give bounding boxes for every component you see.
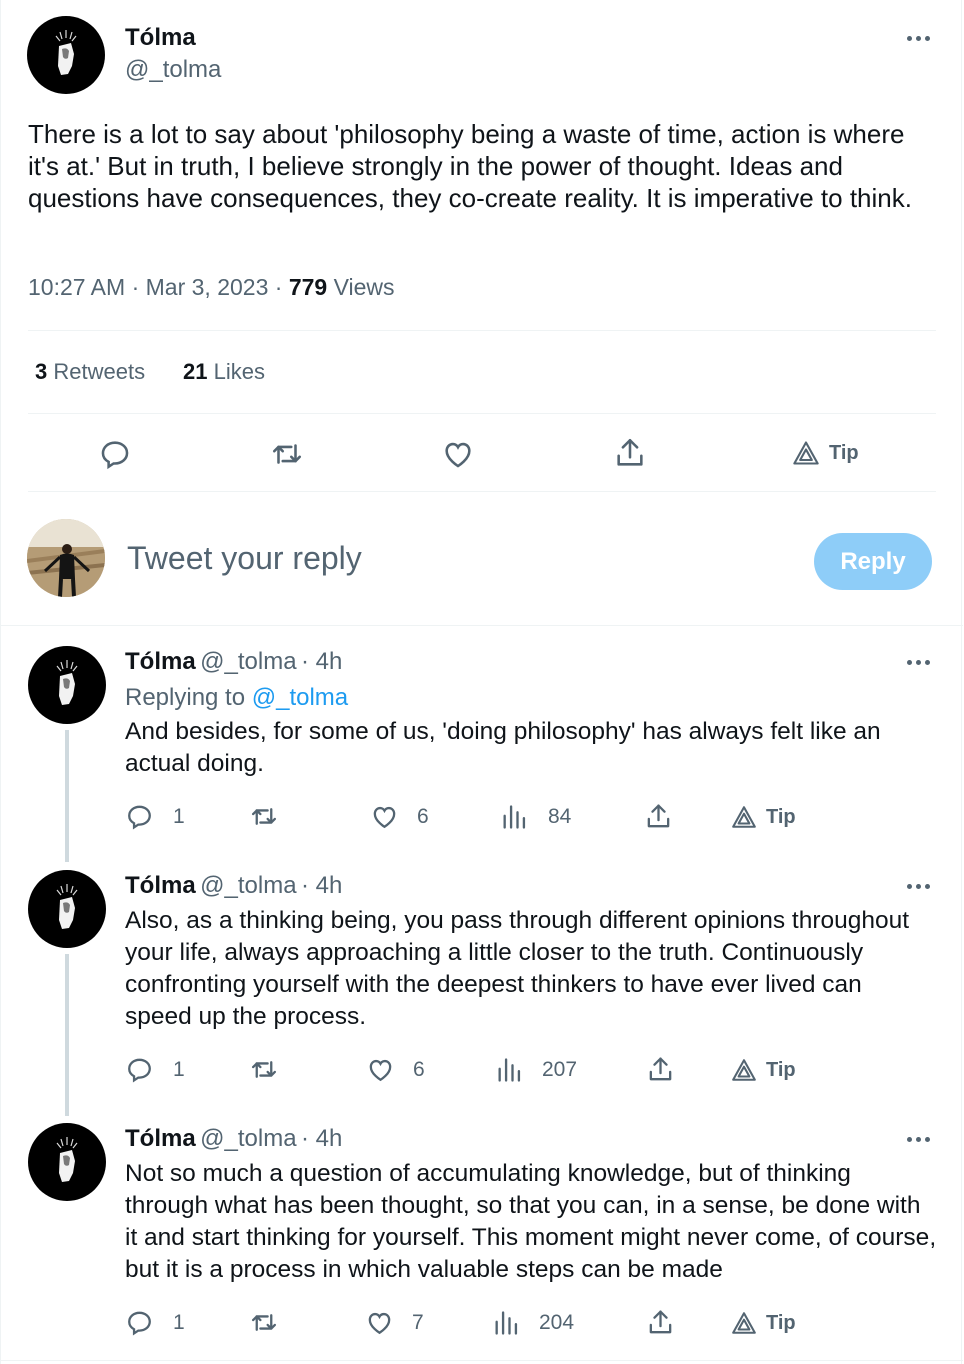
thread-connector [65, 954, 69, 1116]
reply-author-name[interactable]: Tólma [125, 1125, 196, 1152]
tweet-meta: 10:27 AM · Mar 3, 2023 · 779 Views [28, 274, 395, 301]
likes-count: 21 [183, 359, 208, 384]
likes-label: Likes [213, 359, 265, 384]
reply-author-name[interactable]: Tólma [125, 648, 196, 675]
reply-author-name[interactable]: Tólma [125, 872, 196, 899]
reply-avatar[interactable] [28, 870, 106, 948]
replying-to-prefix: Replying to [125, 684, 246, 711]
reply-author-handle[interactable]: @_tolma [200, 1125, 296, 1152]
reply-header: Tólma @_tolma · 4h [125, 872, 342, 900]
more-options-icon[interactable] [905, 1129, 935, 1149]
share-icon[interactable] [644, 802, 673, 831]
divider [28, 330, 936, 331]
like-count: 7 [412, 1311, 424, 1334]
retweet-icon[interactable] [269, 437, 305, 471]
reply-author-handle[interactable]: @_tolma [200, 872, 296, 899]
likes-stat[interactable]: 21 Likes [183, 359, 265, 385]
view-count: 204 [539, 1311, 575, 1334]
tweet-date[interactable]: Mar 3, 2023 [146, 274, 269, 300]
tip-button[interactable]: Tip [731, 803, 801, 833]
thread-connector [65, 730, 69, 862]
reply-avatar[interactable] [28, 646, 106, 724]
tip-triangle-icon [732, 1059, 756, 1081]
tip-label: Tip [829, 442, 859, 464]
replying-to-handle[interactable]: @_tolma [252, 684, 348, 711]
share-icon[interactable] [646, 1308, 675, 1337]
tip-label: Tip [766, 1312, 796, 1334]
reply-icon[interactable] [98, 437, 132, 471]
reply-count: 1 [173, 805, 185, 828]
tip-label: Tip [766, 1059, 796, 1081]
views-count: 779 [288, 274, 328, 300]
tip-label: Tip [766, 806, 796, 828]
reply-age[interactable]: · 4h [301, 1125, 342, 1152]
views-icon[interactable] [500, 803, 528, 831]
retweets-stat[interactable]: 3 Retweets [35, 359, 145, 385]
retweet-icon[interactable] [248, 1055, 280, 1084]
like-count: 6 [413, 1058, 425, 1081]
divider [28, 413, 936, 414]
divider [1, 1360, 963, 1361]
reply-icon[interactable] [125, 1055, 154, 1084]
tip-button[interactable]: Tip [731, 1056, 801, 1086]
reply-age[interactable]: · 4h [301, 648, 342, 675]
tweet-time[interactable]: 10:27 AM [28, 274, 125, 300]
like-icon[interactable] [370, 802, 399, 831]
author-name[interactable]: Tólma [125, 24, 196, 52]
share-icon[interactable] [646, 1055, 675, 1084]
reply-button[interactable]: Reply [814, 533, 932, 590]
meta-separator: · [274, 274, 283, 300]
retweets-count: 3 [35, 359, 48, 384]
view-count: 207 [542, 1058, 578, 1081]
views-icon[interactable] [492, 1309, 520, 1337]
reply-text: And besides, for some of us, 'doing phil… [125, 718, 881, 777]
reply-header: Tólma @_tolma · 4h [125, 1125, 342, 1153]
like-icon[interactable] [441, 437, 475, 471]
author-handle[interactable]: @_tolma [125, 56, 221, 84]
views-label: Views [333, 274, 395, 300]
reply-text: Also, as a thinking being, you pass thro… [125, 907, 910, 1030]
reply-count: 1 [173, 1311, 185, 1334]
like-count: 6 [417, 805, 429, 828]
more-options-icon[interactable] [905, 28, 935, 48]
reply-text: Not so much a question of accumulating k… [125, 1160, 937, 1283]
reply-composer-input[interactable]: Tweet your reply [127, 540, 362, 577]
reply-icon[interactable] [125, 802, 154, 831]
tip-button[interactable]: Tip [792, 438, 862, 470]
share-icon[interactable] [613, 436, 647, 470]
retweets-label: Retweets [53, 359, 146, 384]
more-options-icon[interactable] [905, 876, 935, 896]
replying-to: Replying to @_tolma [125, 684, 348, 712]
views-icon[interactable] [495, 1056, 523, 1084]
divider [28, 491, 936, 492]
tweet-text: There is a lot to say about 'philosophy … [28, 119, 912, 213]
tip-triangle-icon [793, 441, 819, 465]
reply-age[interactable]: · 4h [301, 872, 342, 899]
current-user-avatar[interactable] [27, 519, 105, 597]
reply-icon[interactable] [125, 1308, 154, 1337]
tweet-page: Tólma @_tolma There is a lot to say abou… [0, 0, 963, 1364]
tip-button[interactable]: Tip [731, 1309, 801, 1339]
reply-header: Tólma @_tolma · 4h [125, 648, 342, 676]
tip-triangle-icon [732, 806, 756, 828]
retweet-icon[interactable] [248, 1308, 280, 1337]
meta-separator: · [131, 274, 140, 300]
tip-triangle-icon [732, 1312, 756, 1334]
author-avatar[interactable] [27, 16, 105, 94]
reply-author-handle[interactable]: @_tolma [200, 648, 296, 675]
divider [1, 625, 963, 626]
like-icon[interactable] [365, 1308, 394, 1337]
like-icon[interactable] [366, 1055, 395, 1084]
more-options-icon[interactable] [905, 652, 935, 672]
retweet-icon[interactable] [248, 802, 280, 831]
reply-avatar[interactable] [28, 1123, 106, 1201]
view-count: 84 [548, 805, 572, 828]
reply-count: 1 [173, 1058, 185, 1081]
